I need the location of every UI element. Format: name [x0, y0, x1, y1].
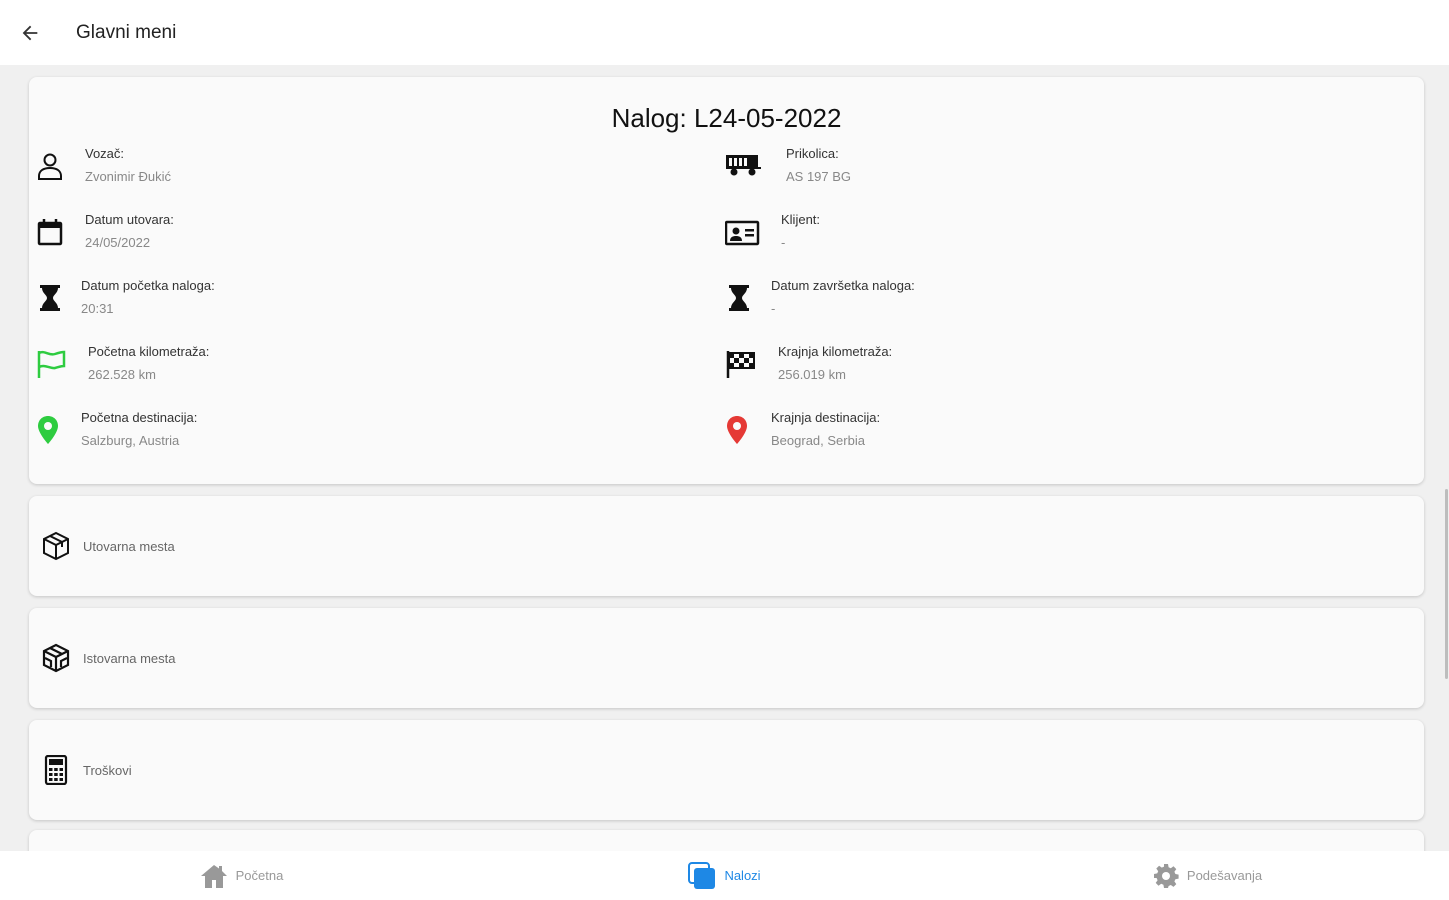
end-mileage-label: Krajnja kilometraža: — [778, 344, 893, 359]
back-button[interactable] — [10, 13, 50, 53]
end-mileage-value: 256.019 km — [778, 367, 846, 382]
calculator-icon — [39, 753, 73, 787]
main-content: Nalog: L24-05-2022 Vozač: Zvonimir Đukić… — [0, 65, 1449, 851]
end-destination-label: Krajnja destinacija: — [771, 410, 881, 425]
gear-icon — [1153, 863, 1179, 888]
scrollbar[interactable] — [1445, 489, 1448, 679]
nav-settings[interactable]: Podešavanja — [966, 851, 1449, 900]
home-icon — [200, 864, 227, 888]
order-end-label: Datum završetka naloga: — [771, 278, 915, 293]
nav-orders[interactable]: Nalozi — [483, 851, 966, 900]
hourglass-icon — [40, 285, 60, 311]
trailer-label: Prikolica: — [786, 146, 839, 161]
documents-icon — [688, 861, 716, 889]
order-title: Nalog: L24-05-2022 — [611, 103, 842, 133]
location-pin-icon — [38, 416, 58, 444]
arrow-left-icon — [22, 25, 38, 40]
next-menu-card[interactable] — [29, 830, 1424, 851]
start-mileage-value: 262.528 km — [88, 367, 156, 382]
order-end-value: - — [771, 301, 776, 316]
nav-settings-label: Podešavanja — [1186, 868, 1263, 883]
nav-home[interactable]: Početna — [0, 851, 483, 900]
loading-date-value: 24/05/2022 — [85, 235, 151, 250]
start-destination-value: Salzburg, Austria — [81, 433, 180, 448]
package-icon — [39, 529, 73, 563]
expenses-label: Troškovi — [83, 762, 132, 778]
client-label: Klijent: — [781, 212, 821, 227]
nav-orders-label: Nalozi — [724, 868, 761, 883]
person-icon — [38, 153, 62, 180]
unloading-places-card[interactable]: Istovarna mesta — [29, 608, 1424, 708]
page-title: Glavni meni — [76, 21, 177, 43]
unloading-places-label: Istovarna mesta — [83, 650, 176, 666]
order-start-value: 20:31 — [81, 301, 114, 316]
calendar-icon — [37, 219, 63, 246]
loading-places-label: Utovarna mesta — [83, 538, 175, 554]
nav-home-label: Početna — [235, 868, 284, 883]
checkered-flag-icon — [726, 351, 755, 378]
flag-icon — [37, 350, 66, 378]
id-card-icon — [725, 220, 760, 246]
bottom-navigation: Početna Nalozi Podešavanja — [0, 851, 1449, 900]
start-mileage-label: Početna kilometraža: — [88, 344, 210, 359]
app-bar: Glavni meni — [0, 0, 1449, 65]
client-value: - — [781, 235, 786, 250]
order-info-card: Nalog: L24-05-2022 Vozač: Zvonimir Đukić… — [29, 77, 1424, 484]
loading-date-label: Datum utovara: — [85, 212, 174, 227]
hourglass-icon — [729, 285, 749, 311]
loading-places-card[interactable]: Utovarna mesta — [29, 496, 1424, 596]
package-unload-icon — [39, 641, 73, 675]
start-destination-label: Početna destinacija: — [81, 410, 198, 425]
end-destination-value: Beograd, Serbia — [771, 433, 865, 448]
driver-value: Zvonimir Đukić — [85, 169, 171, 184]
driver-label: Vozač: — [85, 146, 125, 161]
order-start-label: Datum početka naloga: — [81, 278, 215, 293]
trailer-icon — [726, 155, 761, 176]
trailer-value: AS 197 BG — [786, 169, 852, 184]
expenses-card[interactable]: Troškovi — [29, 720, 1424, 820]
location-pin-icon — [727, 416, 747, 444]
